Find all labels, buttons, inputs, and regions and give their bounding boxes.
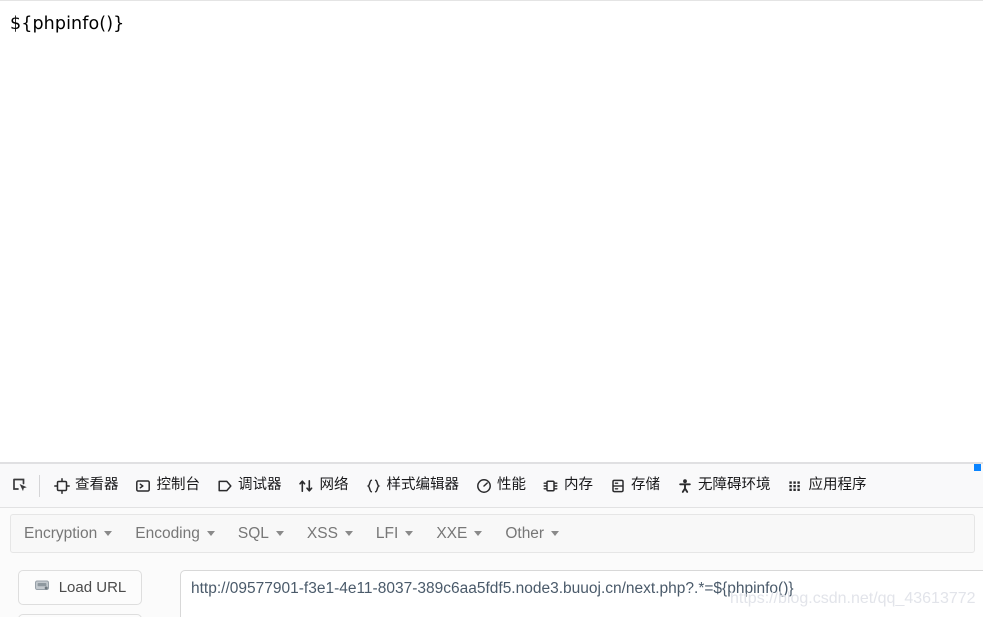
- tab-accessibility-label: 无障碍环境: [698, 477, 771, 494]
- load-url-button-label: Load URL: [58, 579, 127, 596]
- tab-network[interactable]: 网络: [290, 464, 357, 507]
- tab-inspector-label: 查看器: [75, 477, 119, 494]
- performance-icon: [475, 477, 492, 494]
- tab-memory[interactable]: 内存: [534, 464, 601, 507]
- chevron-down-icon: [275, 531, 284, 536]
- tab-application[interactable]: 应用程序: [779, 464, 875, 507]
- menu-lfi-label: LFI: [375, 524, 399, 542]
- tab-memory-label: 内存: [564, 477, 593, 494]
- chevron-down-icon: [551, 531, 560, 536]
- tab-console[interactable]: 控制台: [127, 464, 209, 507]
- tab-network-label: 网络: [319, 477, 349, 494]
- tab-inspector[interactable]: 查看器: [45, 464, 127, 507]
- application-icon: [787, 477, 804, 494]
- menu-other-label: Other: [505, 524, 545, 542]
- hackbar-menu-bar: Encryption Encoding SQL XSS LFI XXE Othe…: [10, 514, 975, 553]
- toolbar-divider: [39, 474, 40, 497]
- page-viewport: ${phpinfo()}: [0, 0, 983, 462]
- tab-storage[interactable]: 存储: [601, 464, 668, 507]
- tab-performance[interactable]: 性能: [467, 464, 534, 507]
- chevron-down-icon: [405, 531, 414, 536]
- storage-icon: [609, 477, 626, 494]
- menu-encoding[interactable]: Encoding: [135, 525, 215, 543]
- network-icon: [298, 477, 315, 494]
- tab-performance-label: 性能: [497, 477, 526, 494]
- hackbar-panel: Encryption Encoding SQL XSS LFI XXE Othe…: [0, 508, 983, 617]
- tab-style-editor-label: 样式编辑器: [386, 477, 460, 494]
- menu-encoding-label: Encoding: [135, 524, 200, 542]
- menu-sql[interactable]: SQL: [238, 525, 284, 543]
- url-input-field[interactable]: http://09577901-f3e1-4e11-8037-389c6aa5f…: [180, 570, 983, 617]
- chevron-down-icon: [474, 531, 483, 536]
- load-url-icon: [34, 578, 52, 598]
- menu-encryption[interactable]: Encryption: [24, 524, 113, 543]
- chevron-down-icon: [104, 531, 113, 536]
- page-content-text: ${phpinfo()}: [10, 14, 125, 34]
- tab-application-label: 应用程序: [808, 477, 867, 494]
- menu-sql-label: SQL: [237, 524, 269, 542]
- menu-other[interactable]: Other: [505, 524, 560, 543]
- accessibility-icon: [676, 477, 693, 494]
- devtools-panel: 查看器 控制台 调试器 网络 样式编辑器 性能 内存 存储 无障碍环境 应用程序…: [0, 462, 983, 617]
- inspector-icon: [53, 477, 70, 494]
- devtools-tab-bar: 查看器 控制台 调试器 网络 样式编辑器 性能 内存 存储 无障碍环境 应用程序: [0, 464, 983, 508]
- tab-storage-label: 存储: [631, 477, 660, 494]
- menu-xxe-label: XXE: [436, 524, 468, 542]
- tab-style-editor[interactable]: 样式编辑器: [357, 464, 468, 507]
- tab-console-label: 控制台: [156, 477, 201, 494]
- menu-encryption-label: Encryption: [24, 524, 98, 542]
- toolbar-overflow-indicator[interactable]: [974, 464, 981, 471]
- menu-xxe[interactable]: XXE: [436, 524, 483, 543]
- memory-icon: [542, 477, 559, 494]
- style-editor-icon: [365, 477, 382, 494]
- tab-debugger-label: 调试器: [238, 477, 282, 494]
- hackbar-button-column: Load URL: [18, 570, 142, 617]
- tab-debugger[interactable]: 调试器: [208, 464, 290, 507]
- hackbar-body: Load URL http://09577901-f3e1-4e11-8037-…: [0, 560, 983, 617]
- tab-accessibility[interactable]: 无障碍环境: [668, 464, 779, 507]
- chevron-down-icon: [206, 531, 215, 536]
- debugger-icon: [216, 477, 233, 494]
- menu-xss-label: XSS: [306, 524, 338, 542]
- element-picker-icon[interactable]: [7, 472, 35, 500]
- chevron-down-icon: [344, 531, 353, 536]
- url-input-value: http://09577901-f3e1-4e11-8037-389c6aa5f…: [191, 580, 794, 597]
- menu-lfi[interactable]: LFI: [375, 524, 414, 543]
- console-icon: [135, 477, 152, 494]
- load-url-button[interactable]: Load URL: [18, 570, 142, 605]
- menu-xss[interactable]: XSS: [307, 525, 353, 543]
